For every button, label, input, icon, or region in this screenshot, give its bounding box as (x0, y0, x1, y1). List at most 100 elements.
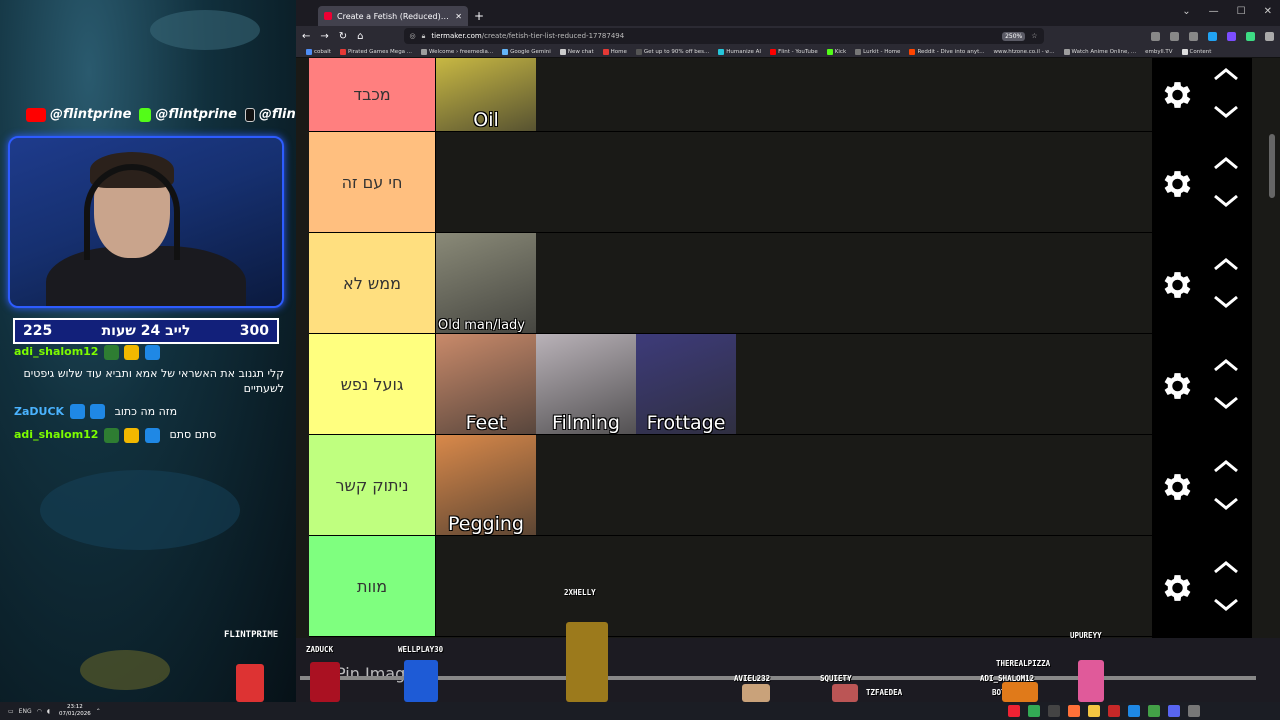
chevron-down-icon[interactable]: ⌄ (1182, 6, 1190, 17)
chevron-down-icon[interactable] (1213, 598, 1239, 612)
tier-item-card[interactable]: Filming (536, 334, 636, 434)
shield-icon[interactable]: ◎ (410, 32, 416, 40)
lock-icon[interactable]: 🔒︎ (422, 32, 426, 41)
scrollbar-thumb[interactable] (1269, 134, 1275, 198)
back-icon[interactable]: ← (302, 31, 310, 42)
gear-icon[interactable] (1158, 469, 1194, 505)
language-indicator[interactable]: ENG (19, 708, 32, 715)
bookmark-item[interactable]: Pirated Games Mega ... (339, 48, 412, 55)
extension-icon[interactable] (1246, 31, 1255, 41)
discord-icon[interactable] (1168, 705, 1180, 717)
clock[interactable]: 23:12 07/01/2026 (59, 704, 91, 718)
bookmark-item[interactable]: Watch Anime Online, ... (1063, 48, 1136, 55)
chevron-up-icon[interactable] (1213, 67, 1239, 81)
chevron-up-icon[interactable] (1213, 156, 1239, 170)
tier-label[interactable]: חי עם זה (309, 132, 435, 232)
bookmark-item[interactable]: www.htzone.co.il - ש... (994, 49, 1055, 55)
bookmark-item[interactable]: embyll.TV (1145, 49, 1172, 55)
viewer-sprite (310, 662, 340, 702)
bookmark-item[interactable]: cobalt (306, 48, 331, 55)
tier-label[interactable]: מוות (309, 536, 435, 636)
bookmark-item[interactable]: Content (1181, 48, 1211, 55)
bookmark-item[interactable]: Flint - YouTube (770, 48, 818, 55)
chevron-down-icon[interactable] (1213, 105, 1239, 119)
firefox-icon[interactable] (1068, 705, 1080, 717)
bookmark-item[interactable]: Get up to 90% off bes... (635, 48, 709, 55)
chevron-down-icon[interactable] (1213, 194, 1239, 208)
system-tray: ▭ ENG ◠ ◖ 23:12 07/01/2026 ⌃ (0, 704, 101, 718)
url-bar[interactable]: ◎ 🔒︎ tiermaker.com/create/fetish-tier-li… (403, 28, 1044, 44)
volume-icon[interactable]: ◖ (47, 708, 50, 715)
url-path: /create/fetish-tier-list-reduced-1778749… (481, 32, 625, 40)
gear-icon[interactable] (1158, 267, 1194, 303)
bookmark-item[interactable]: Humanize AI (718, 48, 761, 55)
tier-items-dropzone[interactable] (435, 536, 1252, 636)
app-icon[interactable] (1108, 705, 1120, 717)
scrollbar[interactable] (1268, 58, 1276, 638)
bookmark-item[interactable]: Home (602, 48, 627, 55)
tier-item-card[interactable]: Pegging (436, 435, 536, 535)
tab-active[interactable]: Create a Fetish (Reduced) Tier Li ✕ (318, 6, 468, 26)
zoom-level-badge[interactable]: 250% (1002, 31, 1026, 41)
chevron-down-icon[interactable] (1213, 396, 1239, 410)
tier-items-dropzone[interactable]: Old man/lady (435, 233, 1252, 333)
tier-item-card[interactable]: Frottage (636, 334, 736, 434)
tier-label[interactable]: גועל נפש (309, 334, 435, 434)
tier-item-card[interactable]: Old man/lady (436, 233, 536, 333)
bookmark-item[interactable]: Google Gemini (502, 48, 551, 55)
maximize-button[interactable]: ☐ (1237, 6, 1246, 17)
tier-items-dropzone[interactable] (435, 132, 1252, 232)
close-icon[interactable]: ✕ (455, 12, 462, 21)
bookmark-star-icon[interactable]: ☆ (1031, 32, 1037, 40)
extension-icon[interactable] (1208, 31, 1217, 41)
bookmark-label: cobalt (314, 48, 331, 55)
app-icon[interactable] (1128, 705, 1140, 717)
bookmark-item[interactable]: Kick (826, 48, 846, 55)
extension-icon[interactable] (1170, 31, 1179, 41)
chevron-up-icon[interactable] (1213, 459, 1239, 473)
chevron-down-icon[interactable] (1213, 295, 1239, 309)
tier-controls-column (1152, 58, 1252, 638)
bookmark-item[interactable]: Welcome › freemedia... (421, 48, 493, 55)
tier-label[interactable]: ניתוק קשר (309, 435, 435, 535)
menu-icon[interactable] (1265, 31, 1274, 41)
minimize-button[interactable]: — (1209, 6, 1219, 17)
notification-icon[interactable]: ▭ (8, 708, 14, 715)
close-window-button[interactable]: ✕ (1264, 6, 1272, 17)
extension-icon[interactable] (1227, 31, 1236, 41)
app-icon[interactable] (1148, 705, 1160, 717)
wifi-icon[interactable]: ◠ (37, 708, 42, 715)
gear-icon[interactable] (1158, 570, 1194, 606)
tier-item-card[interactable]: Oil (436, 58, 536, 131)
folder-icon[interactable] (1088, 705, 1100, 717)
app-icon[interactable] (1028, 705, 1040, 717)
bookmark-item[interactable]: Reddit - Dive into anyt... (909, 48, 985, 55)
gear-icon[interactable] (1158, 77, 1194, 113)
chevron-up-icon[interactable] (1213, 257, 1239, 271)
viewer-sprite (404, 660, 438, 702)
chevron-up-icon[interactable] (1213, 560, 1239, 574)
tier-items-dropzone[interactable]: Feet Filming Frottage (435, 334, 1252, 434)
download-icon[interactable] (1189, 31, 1198, 41)
tier-label[interactable]: ממש לא (309, 233, 435, 333)
tier-items-dropzone[interactable]: Pegging (435, 435, 1252, 535)
new-tab-button[interactable]: + (474, 9, 484, 23)
home-icon[interactable]: ⌂ (357, 31, 363, 42)
tier-item-card[interactable]: Feet (436, 334, 536, 434)
gear-icon[interactable] (1158, 166, 1194, 202)
account-icon[interactable] (1151, 31, 1160, 41)
chevron-down-icon[interactable] (1213, 497, 1239, 511)
bookmark-item[interactable]: New chat (559, 48, 594, 55)
tier-items-dropzone[interactable]: Oil (435, 58, 1252, 131)
social-handle: @flintprine (258, 107, 296, 122)
chevron-up-icon[interactable]: ⌃ (96, 708, 101, 715)
app-icon[interactable] (1008, 705, 1020, 717)
gear-icon[interactable] (1158, 368, 1194, 404)
bookmark-item[interactable]: Lurkit - Home (855, 48, 900, 55)
reload-icon[interactable]: ↻ (339, 31, 347, 42)
app-icon[interactable] (1188, 705, 1200, 717)
app-icon[interactable] (1048, 705, 1060, 717)
chevron-up-icon[interactable] (1213, 358, 1239, 372)
tier-label[interactable]: מכבד (309, 58, 435, 131)
forward-icon[interactable]: → (320, 31, 328, 42)
